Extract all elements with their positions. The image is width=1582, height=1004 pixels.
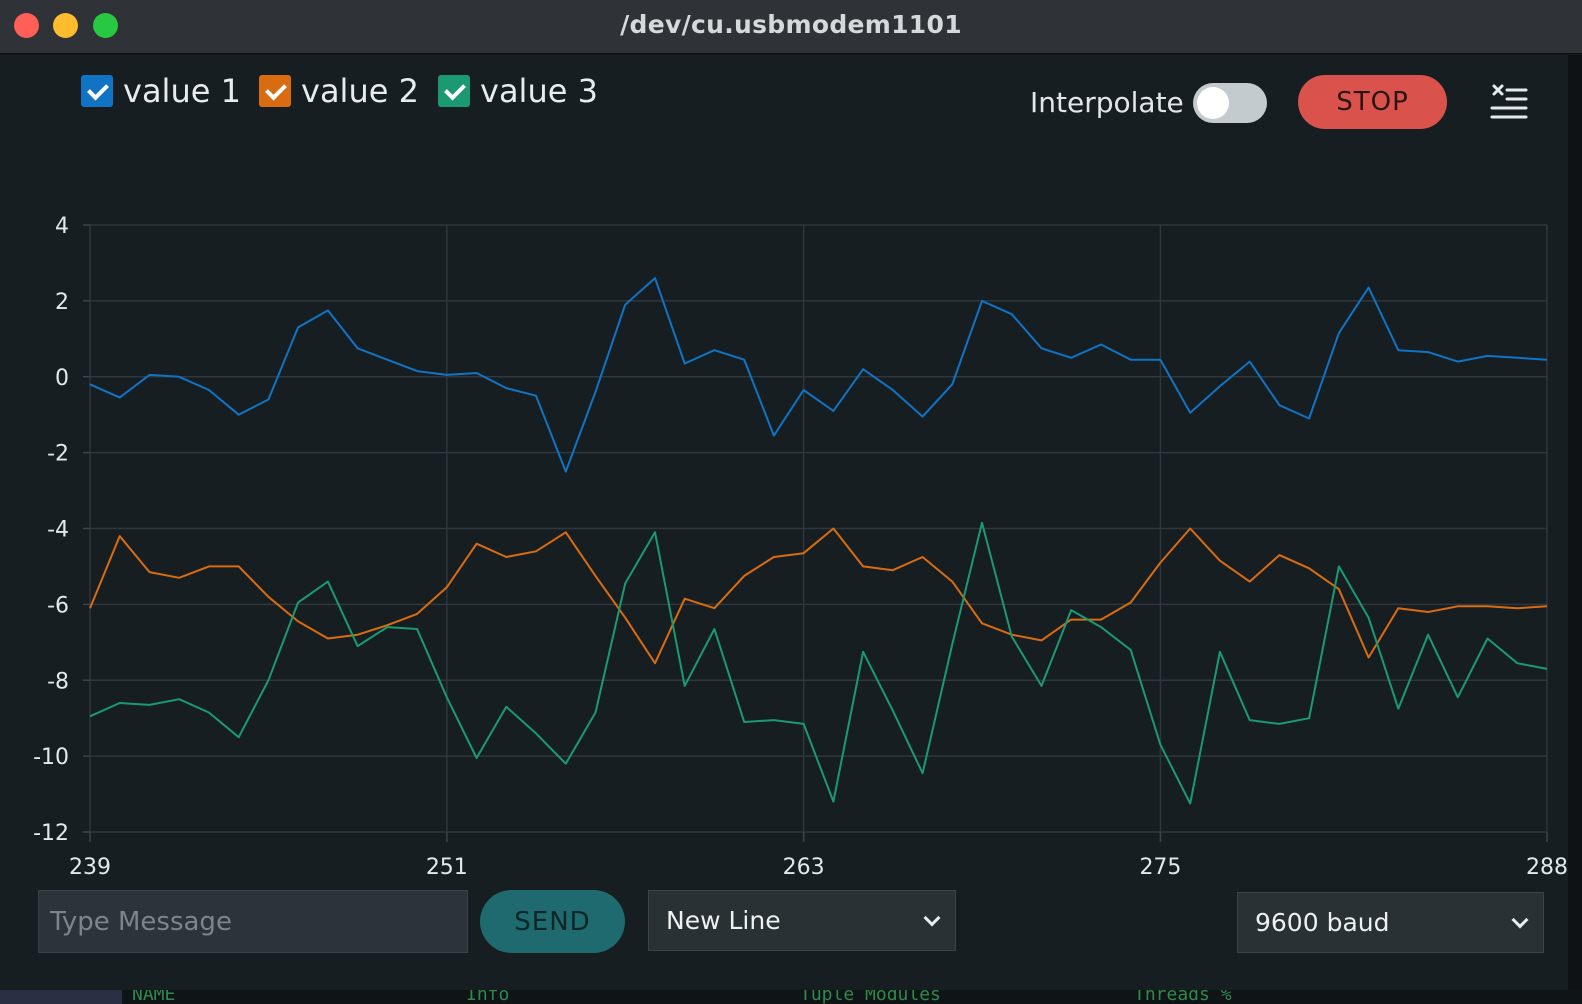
- background-sidebar: [0, 990, 122, 1004]
- legend-label-value-3: value 3: [480, 72, 598, 110]
- legend-item-value-3[interactable]: value 3: [438, 72, 598, 110]
- x-axis-ticks: 239 251 263 275 288: [69, 832, 1568, 880]
- baud-rate-select[interactable]: 9600 baud: [1237, 892, 1544, 953]
- x-tick-label: 251: [426, 855, 468, 880]
- series-line-value-3: [89, 521, 1548, 805]
- background-text-3: Tuple Modules: [800, 990, 941, 1004]
- y-tick-label: -12: [33, 821, 69, 846]
- chevron-down-icon: [923, 909, 941, 927]
- y-tick-label: -10: [33, 745, 69, 770]
- serial-plotter-window: value 1 value 2 value 3 Interpolate STOP: [0, 55, 1568, 990]
- background-window-strip: NAME Info Tuple Modules Threads %: [0, 990, 1582, 1004]
- toggle-knob: [1197, 87, 1229, 119]
- chart-grid: [89, 224, 1548, 833]
- window-edge: [1568, 55, 1582, 1004]
- legend-item-value-1[interactable]: value 1: [81, 72, 241, 110]
- x-tick-label: 275: [1139, 855, 1181, 880]
- title-bar: /dev/cu.usbmodem1101: [0, 0, 1582, 54]
- chevron-down-icon: [1511, 911, 1529, 929]
- line-ending-select[interactable]: New Line: [648, 890, 956, 951]
- y-tick-label: -8: [47, 669, 69, 694]
- background-text-4: Threads %: [1134, 990, 1232, 1004]
- y-tick-label: -6: [47, 593, 69, 618]
- message-bar: SEND New Line 9600 baud: [0, 890, 1568, 990]
- clear-output-icon[interactable]: [1488, 83, 1528, 123]
- interpolate-toggle[interactable]: [1193, 83, 1267, 123]
- plotter-toolbar: value 1 value 2 value 3 Interpolate STOP: [0, 55, 1568, 155]
- legend-label-value-1: value 1: [123, 72, 241, 110]
- y-tick-label: 4: [55, 214, 69, 239]
- line-chart: 4 2 0 -2 -4 -6 -8 -10 -12 239 251 263 275 288: [33, 214, 1568, 880]
- y-axis-ticks: 4 2 0 -2 -4 -6 -8 -10 -12: [33, 214, 90, 846]
- checkbox-value-2[interactable]: [259, 75, 291, 107]
- y-tick-label: -2: [47, 442, 69, 467]
- legend-item-value-2[interactable]: value 2: [259, 72, 419, 110]
- chart-series: [89, 277, 1548, 805]
- legend-label-value-2: value 2: [301, 72, 419, 110]
- interpolate-label: Interpolate: [1030, 86, 1184, 119]
- plot-area: 4 2 0 -2 -4 -6 -8 -10 -12 239 251 263 275 288: [0, 155, 1568, 895]
- baud-rate-value: 9600 baud: [1255, 908, 1390, 937]
- x-tick-label: 263: [783, 855, 825, 880]
- y-tick-label: 0: [55, 366, 69, 391]
- background-text-2: Info: [466, 990, 510, 1004]
- y-tick-label: 2: [55, 290, 69, 315]
- y-tick-label: -4: [47, 518, 69, 543]
- line-ending-value: New Line: [666, 906, 781, 935]
- message-input[interactable]: [38, 890, 468, 953]
- send-button[interactable]: SEND: [480, 890, 625, 953]
- series-line-value-1: [89, 277, 1548, 473]
- x-tick-label: 288: [1526, 855, 1568, 880]
- clear-list-icon: [1490, 84, 1528, 119]
- x-tick-label: 239: [69, 855, 111, 880]
- checkbox-value-1[interactable]: [81, 75, 113, 107]
- background-text-1: NAME: [132, 990, 176, 1004]
- checkbox-value-3[interactable]: [438, 75, 470, 107]
- stop-button[interactable]: STOP: [1298, 75, 1447, 129]
- window-title: /dev/cu.usbmodem1101: [620, 10, 962, 39]
